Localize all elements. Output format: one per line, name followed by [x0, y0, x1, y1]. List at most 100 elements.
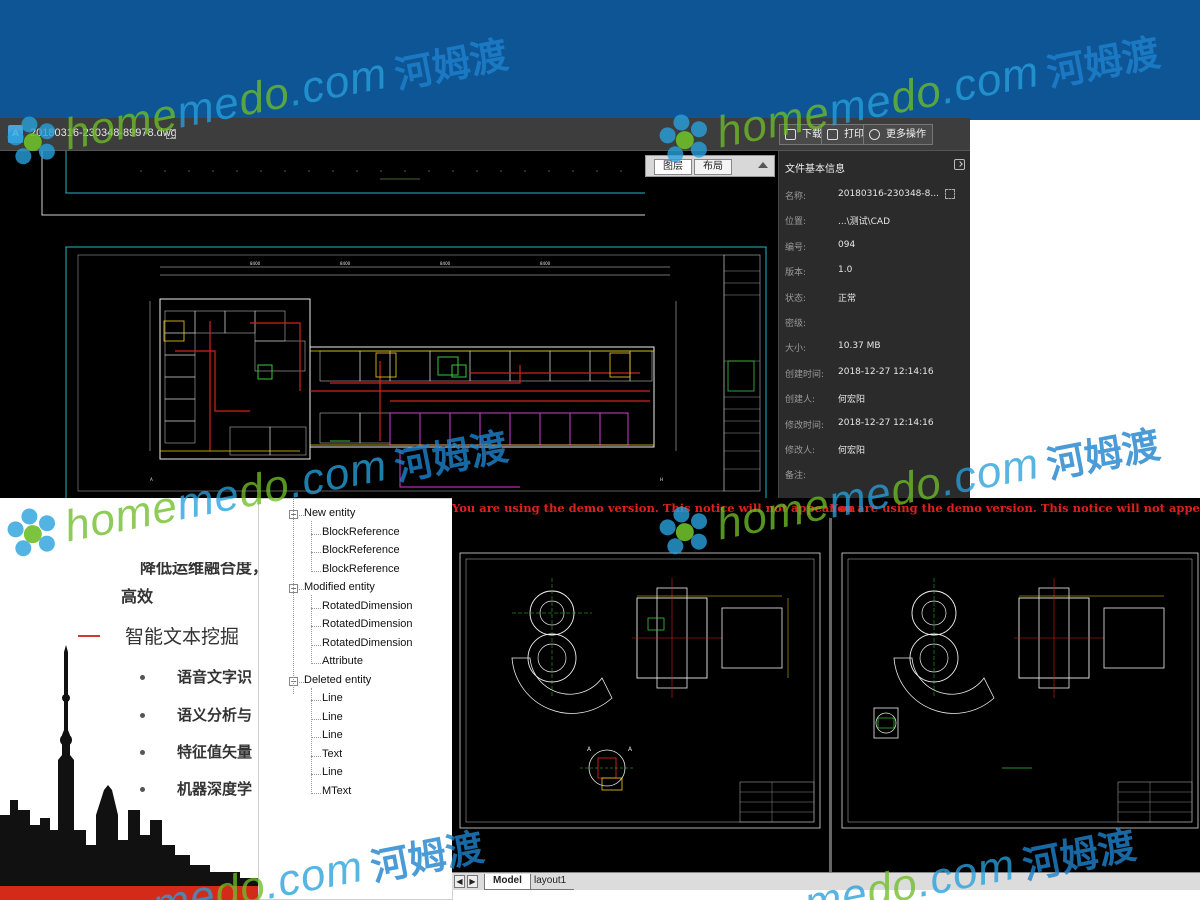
- svg-text:A: A: [628, 746, 633, 753]
- qr-code-icon[interactable]: [945, 189, 955, 199]
- info-row: 修改时间: 2018-12-27 12:14:16: [785, 418, 969, 432]
- info-row: 修改人: 何宏阳: [785, 443, 969, 457]
- file-name: 20180316-230348-89978.dwg: [30, 127, 177, 139]
- city-skyline-silhouette: [0, 645, 270, 900]
- info-row: 备注:: [785, 468, 969, 482]
- info-row: 状态: 正常: [785, 291, 969, 305]
- info-row: 创建人: 何宏阳: [785, 392, 969, 406]
- info-value: 何宏阳: [838, 446, 866, 456]
- info-row: 名称: 20180316-230348-8...: [785, 189, 969, 203]
- slide-cut-line: 降低运维融合度，: [140, 558, 269, 577]
- more-icon: [869, 129, 880, 140]
- tree-connector: [311, 570, 321, 572]
- more-actions-label: 更多操作: [886, 129, 926, 140]
- info-row: 编号: 094: [785, 240, 969, 254]
- more-actions-button[interactable]: 更多操作: [863, 124, 933, 145]
- tree-leaf-node[interactable]: RotatedDimension: [322, 600, 413, 612]
- cad-drawing-canvas[interactable]: 8400 8400 8400 8400 A H 图层 布局: [0, 151, 778, 498]
- floor-plan-drawing: 8400 8400 8400 8400 A H: [41, 151, 767, 498]
- info-key: 编号:: [785, 242, 807, 253]
- printer-icon: [827, 129, 838, 140]
- info-value: 20180316-230348-8...: [838, 189, 939, 199]
- tree-leaf-node[interactable]: Line: [322, 692, 343, 704]
- info-value: 2018-12-27 12:14:16: [838, 417, 934, 428]
- tree-connector: [311, 644, 321, 646]
- tree-leaf-node[interactable]: Line: [322, 711, 343, 723]
- info-value: 1.0: [838, 265, 853, 276]
- slide-header-band: [0, 0, 1200, 120]
- tree-connector: [311, 687, 312, 794]
- svg-text:8400: 8400: [250, 261, 261, 266]
- tree-group-node[interactable]: Deleted entity: [304, 674, 371, 686]
- mechanical-drawings: A A: [459, 552, 1199, 829]
- tree-leaf-node[interactable]: Attribute: [322, 655, 363, 667]
- tree-connector: [311, 521, 312, 572]
- tree-leaf-node[interactable]: RotatedDimension: [322, 637, 413, 649]
- info-value: 10.37 MB: [838, 341, 881, 352]
- info-value: 094: [838, 239, 856, 250]
- tree-leaf-node[interactable]: Line: [322, 729, 343, 741]
- watermark-cn-text: 河姆渡: [1043, 421, 1164, 487]
- print-label: 打印: [844, 129, 864, 140]
- viewer-titlebar: A 20180316-230348-89978.dwg 下载 打印 更多操作: [0, 118, 970, 151]
- sheet-tabs-bar: ◀ ▶ Model layout1: [452, 872, 1200, 890]
- collapse-arrow-icon[interactable]: [758, 162, 768, 168]
- tree-connector: [293, 499, 294, 694]
- expand-panel-icon[interactable]: [954, 159, 965, 170]
- bullet-dash: [78, 635, 100, 637]
- info-key: 位置:: [785, 217, 807, 228]
- tree-connector: [311, 700, 321, 701]
- tree-connector: [311, 595, 312, 665]
- svg-text:8400: 8400: [340, 261, 351, 266]
- next-sheet-button[interactable]: ▶: [467, 875, 478, 888]
- download-icon: [785, 129, 796, 140]
- tree-leaf-node[interactable]: MText: [322, 785, 351, 797]
- info-key: 版本:: [785, 268, 807, 279]
- tree-connector: [311, 774, 321, 775]
- info-key: 修改人:: [785, 446, 816, 456]
- info-row: 大小: 10.37 MB: [785, 341, 969, 355]
- info-row: 密级:: [785, 316, 969, 330]
- info-value: 何宏阳: [838, 395, 866, 406]
- info-key: 备注:: [785, 471, 807, 482]
- info-key: 修改时间:: [785, 420, 825, 431]
- tree-group-node[interactable]: New entity: [304, 507, 355, 519]
- file-info-panel: 文件基本信息 名称: 20180316-230348-8... 位置: ...\测试\…: [778, 151, 970, 498]
- info-key: 密级:: [785, 319, 807, 329]
- qr-code-icon[interactable]: [166, 129, 176, 139]
- prev-sheet-button[interactable]: ◀: [454, 875, 465, 888]
- svg-text:8400: 8400: [540, 261, 551, 266]
- info-key: 大小:: [785, 344, 807, 355]
- tree-leaf-node[interactable]: Text: [322, 748, 342, 760]
- tree-connector: [311, 552, 321, 553]
- demo-notice-right: You are using the demo version. This not…: [830, 501, 1200, 515]
- info-row: 位置: ...\测试\CAD: [785, 214, 969, 228]
- tab-layout1[interactable]: layout1: [526, 874, 575, 890]
- tab-layout[interactable]: 布局: [694, 159, 732, 175]
- tree-connector: [311, 755, 321, 757]
- tree-leaf-node[interactable]: RotatedDimension: [322, 618, 413, 630]
- svg-text:8400: 8400: [440, 261, 451, 266]
- tab-layers[interactable]: 图层: [654, 159, 692, 175]
- tree-connector: [311, 533, 321, 535]
- tree-leaf-node[interactable]: BlockReference: [322, 544, 400, 556]
- svg-text:A: A: [587, 746, 592, 753]
- tree-leaf-node[interactable]: BlockReference: [322, 563, 400, 575]
- tree-connector: [311, 607, 321, 609]
- tree-connector: [311, 792, 321, 794]
- slide-footer-red-strip: [0, 886, 258, 900]
- tree-connector: [311, 718, 321, 720]
- info-key: 名称:: [785, 192, 807, 202]
- tab-model[interactable]: Model: [484, 874, 531, 890]
- info-value: 正常: [838, 293, 857, 304]
- layer-layout-tabs: 图层 布局: [645, 155, 775, 177]
- slide-efficient-text: 高效: [121, 587, 154, 606]
- tree-leaf-node[interactable]: BlockReference: [322, 526, 400, 538]
- tree-leaf-node[interactable]: Line: [322, 766, 343, 778]
- info-key: 创建时间:: [785, 369, 825, 380]
- tree-group-node[interactable]: Modified entity: [304, 581, 375, 593]
- dwg-viewer-window: A 20180316-230348-89978.dwg 下载 打印 更多操作 8…: [0, 118, 970, 498]
- tree-connector: [311, 737, 321, 738]
- tree-connector: [311, 663, 321, 664]
- info-row: 版本: 1.0: [785, 265, 969, 279]
